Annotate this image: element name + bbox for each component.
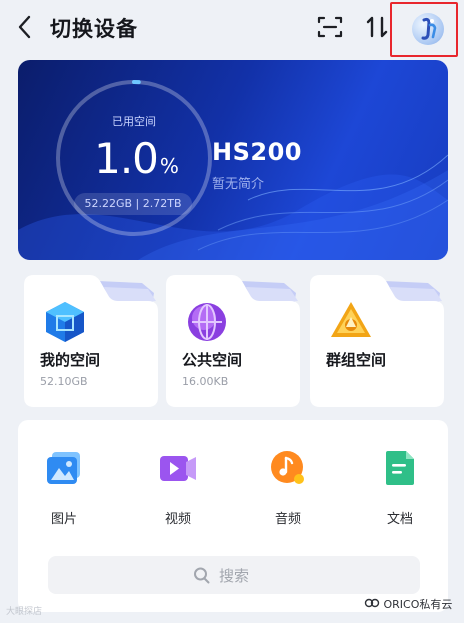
user-avatar-icon — [421, 17, 437, 40]
used-space-label: 已用空间 — [112, 115, 156, 128]
space-size: 16.00KB — [182, 375, 229, 388]
media-item-videos[interactable]: 视频 — [138, 448, 218, 527]
space-title: 群组空间 — [326, 351, 387, 369]
chevron-left-icon — [18, 15, 31, 39]
space-card-public[interactable]: 公共空间 16.00KB — [166, 275, 300, 407]
media-label: 图片 — [50, 512, 77, 527]
watermark-text: ORICO私有云 — [383, 598, 453, 611]
search-icon — [194, 567, 210, 584]
usage-unit: % — [159, 154, 179, 178]
scan-button[interactable] — [316, 14, 344, 40]
space-title: 我的空间 — [40, 351, 101, 369]
video-icon — [160, 456, 196, 481]
triangle-group-icon — [331, 302, 371, 337]
media-item-images[interactable]: 图片 — [24, 448, 104, 527]
scan-icon — [317, 16, 343, 38]
globe-icon — [188, 303, 226, 341]
media-label: 视频 — [164, 512, 191, 527]
device-description: 暂无简介 — [212, 177, 265, 192]
device-name: HS200 — [212, 138, 302, 166]
cube-icon — [46, 302, 84, 342]
space-size: 52.10GB — [40, 375, 88, 388]
search-placeholder: 搜索 — [219, 567, 250, 585]
space-title: 公共空间 — [182, 351, 243, 369]
media-label: 文档 — [386, 512, 413, 527]
wechat-channel-icon — [364, 598, 380, 608]
search-input[interactable]: 搜索 — [48, 556, 420, 594]
watermark-left: 大眼探店 — [6, 607, 43, 617]
avatar[interactable] — [412, 13, 444, 45]
page-title: 切换设备 — [50, 17, 138, 41]
media-item-documents[interactable]: 文档 — [360, 448, 440, 527]
capacity-info: 52.22GB | 2.72TB — [74, 193, 192, 215]
usage-percentage: 1.0% — [76, 134, 196, 183]
media-panel: 图片 视频 音频 文档 搜索 — [18, 420, 448, 612]
document-icon — [386, 451, 414, 485]
back-button[interactable] — [14, 12, 38, 42]
usage-number: 1.0 — [94, 134, 159, 183]
device-storage-card[interactable]: 已用空间 1.0% 52.22GB | 2.72TB HS200 暂无简介 — [18, 60, 448, 260]
space-card-my[interactable]: 我的空间 52.10GB — [24, 275, 158, 407]
top-bar: 切换设备 — [0, 0, 464, 57]
music-icon — [271, 451, 304, 484]
media-item-audio[interactable]: 音频 — [248, 448, 328, 527]
avatar-highlight-box — [390, 2, 458, 57]
space-card-group[interactable]: 群组空间 — [310, 275, 444, 407]
image-icon — [47, 452, 80, 484]
media-label: 音频 — [274, 512, 301, 527]
watermark-right: ORICO私有云 — [364, 596, 452, 612]
